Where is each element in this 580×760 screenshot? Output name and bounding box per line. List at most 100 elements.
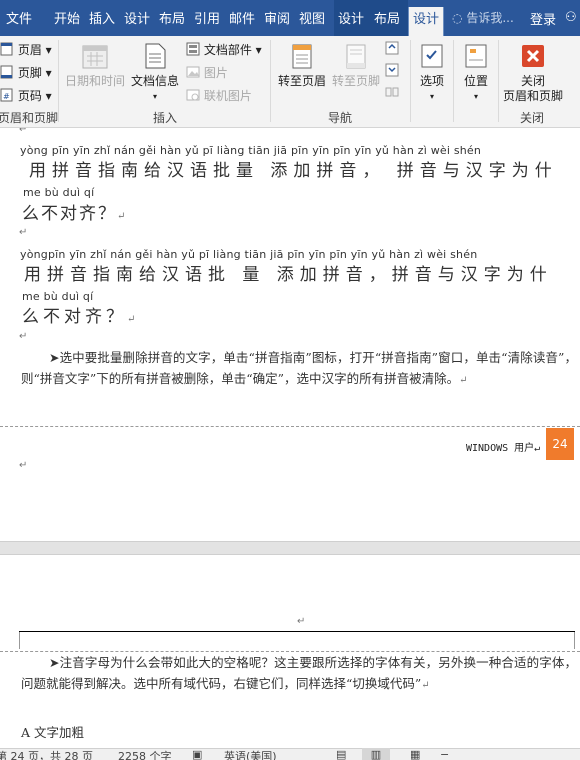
online-picture-icon	[186, 88, 200, 105]
tab-table-layout[interactable]: 布局	[374, 9, 400, 31]
tab-insert[interactable]: 插入	[89, 9, 115, 31]
header-underline	[19, 631, 575, 632]
page-number-button[interactable]: # 页码 ▾	[0, 87, 52, 105]
pinyin-line: me bù duì qí	[23, 186, 95, 199]
tab-table-design[interactable]: 设计	[338, 9, 364, 31]
footer-boundary	[0, 426, 580, 427]
paragraph-mark: ↵	[19, 331, 28, 342]
goto-footer-label: 转至页脚	[331, 74, 380, 88]
tab-home[interactable]: 开始	[54, 9, 80, 31]
picture-icon	[186, 65, 200, 82]
hanzi-line: 用拼音指南给汉语批 量 添加拼音，拼音与汉字为什	[24, 265, 553, 285]
group-label-close: 关闭	[520, 111, 545, 125]
doc-info-label: 文档信息	[130, 74, 179, 88]
footer-button[interactable]: 页脚 ▾	[0, 64, 52, 82]
tab-view[interactable]: 视图	[299, 9, 325, 31]
page-number-badge: 24	[546, 428, 574, 460]
body-text: ➤选中要批量删除拼音的文字，单击“拼音指南”图标，打开“拼音指南”窗口，单击“清…	[21, 350, 577, 386]
goto-header-button[interactable]: 转至页眉	[274, 42, 330, 89]
hanzi-line: 么不对齐？↵	[22, 199, 127, 224]
doc-parts-label: 文档部件	[203, 43, 252, 57]
chevron-down-icon: ▾	[473, 92, 478, 101]
body-text: ➤注音字母为什么会带如此大的空格呢？这主要跟所选择的字体有关，另外换一种合适的字…	[21, 655, 577, 691]
ribbon-separator	[270, 40, 271, 122]
position-icon	[456, 42, 496, 74]
ribbon-tab-bar: 文件 开始 插入 设计 布局 引用 邮件 审阅 视图 设计 布局 设计 ◌ 告诉…	[0, 0, 580, 36]
link-to-previous-button[interactable]	[384, 84, 400, 103]
position-button[interactable]: 位置 ▾	[456, 42, 496, 104]
web-layout-icon[interactable]: ▦	[410, 748, 420, 760]
footer-label: 页脚	[17, 66, 42, 80]
margin-corner	[19, 631, 20, 649]
footer-text: WINDOWS 用户↵	[466, 443, 541, 454]
calendar-icon	[62, 42, 128, 74]
tell-me-box[interactable]: ◌ 告诉我...	[452, 9, 514, 26]
language[interactable]: 英语(美国)	[224, 748, 277, 760]
online-picture-label: 联机图片	[203, 89, 252, 103]
next-section-icon	[385, 63, 399, 77]
hanzi-text: 么不对齐？	[22, 307, 127, 327]
read-mode-icon[interactable]: ▤	[336, 748, 346, 760]
ribbon-separator	[410, 40, 411, 122]
hanzi-line: 么不对齐？↵	[22, 302, 139, 327]
print-layout-icon[interactable]: ▥	[362, 748, 390, 760]
doc-info-button[interactable]: 文档信息 ▾	[128, 42, 182, 104]
next-section-button[interactable]	[384, 62, 400, 81]
paragraph-mark: ↵	[421, 680, 430, 691]
previous-section-icon	[385, 41, 399, 55]
close-label-line2: 页眉和页脚	[502, 89, 563, 103]
tab-design[interactable]: 设计	[124, 9, 150, 31]
goto-footer-button[interactable]: 转至页脚	[330, 42, 382, 89]
tab-layout[interactable]: 布局	[159, 9, 185, 31]
paragraph-mark: ↵	[19, 227, 28, 238]
previous-section-button[interactable]	[384, 40, 400, 59]
paragraph-mark: ↵	[127, 314, 140, 325]
options-label: 选项	[419, 74, 444, 88]
zoom-out-icon[interactable]: −	[440, 748, 449, 760]
body-paragraph-partial: A 文字加粗	[21, 725, 85, 740]
tab-file[interactable]: 文件	[6, 9, 32, 31]
paragraph-mark: ↵	[459, 375, 468, 386]
ribbon-separator	[498, 40, 499, 122]
proofing-icon[interactable]: ▣	[192, 748, 202, 760]
tab-review[interactable]: 审阅	[264, 9, 290, 31]
online-picture-button[interactable]: 联机图片	[186, 87, 252, 105]
paragraph-mark: ↵	[19, 128, 28, 135]
group-label-navigation: 导航	[328, 111, 353, 125]
date-time-button[interactable]: 日期和时间	[62, 42, 128, 89]
footer-icon	[0, 65, 14, 82]
picture-button[interactable]: 图片	[186, 64, 228, 82]
doc-parts-button[interactable]: 文档部件 ▾	[186, 41, 262, 59]
word-count[interactable]: 2258 个字	[118, 748, 172, 760]
chevron-down-icon: ▾	[152, 92, 157, 101]
close-header-footer-button[interactable]: 关闭 页眉和页脚	[500, 42, 566, 104]
paragraph-mark: ↵	[117, 211, 128, 222]
page-gap	[0, 541, 580, 555]
tab-header-footer-design[interactable]: 设计	[408, 7, 445, 36]
header-button[interactable]: 页眉 ▾	[0, 41, 52, 59]
paragraph-mark: ↵	[297, 616, 306, 627]
tab-mailings[interactable]: 邮件	[229, 9, 255, 31]
chevron-down-icon: ▾	[429, 92, 434, 101]
margin-corner	[574, 631, 575, 649]
tab-references[interactable]: 引用	[194, 9, 220, 31]
group-label-header-footer: 页眉和页脚	[0, 111, 59, 125]
options-button[interactable]: 选项 ▾	[414, 42, 450, 104]
document-info-icon	[128, 42, 182, 74]
quick-parts-icon	[186, 42, 200, 59]
ribbon-separator	[58, 40, 59, 122]
ribbon: 页眉 ▾ 页脚 ▾ # 页码 ▾ 页眉和页脚 日期和时间 文档信息 ▾ 文档部件…	[0, 36, 580, 128]
document-area[interactable]: ↵ yòng pīn yīn zhǐ nán gěi hàn yǔ pī lià…	[0, 128, 580, 748]
login-button[interactable]: 登录	[530, 9, 556, 28]
close-icon	[500, 42, 566, 74]
header-icon	[0, 42, 14, 59]
close-label-line1: 关闭	[520, 74, 545, 88]
hanzi-text: 么不对齐？	[22, 204, 117, 224]
page-count[interactable]: 第 24 页，共 28 页	[0, 748, 93, 760]
tell-me-placeholder: 告诉我...	[466, 11, 514, 25]
share-icon[interactable]: ⚇	[565, 10, 577, 25]
position-label: 位置	[463, 74, 488, 88]
goto-footer-icon	[330, 42, 382, 74]
status-bar: 第 24 页，共 28 页 2258 个字 ▣ 英语(美国) ▤ ▥ ▦ −	[0, 748, 580, 760]
picture-label: 图片	[203, 66, 228, 80]
